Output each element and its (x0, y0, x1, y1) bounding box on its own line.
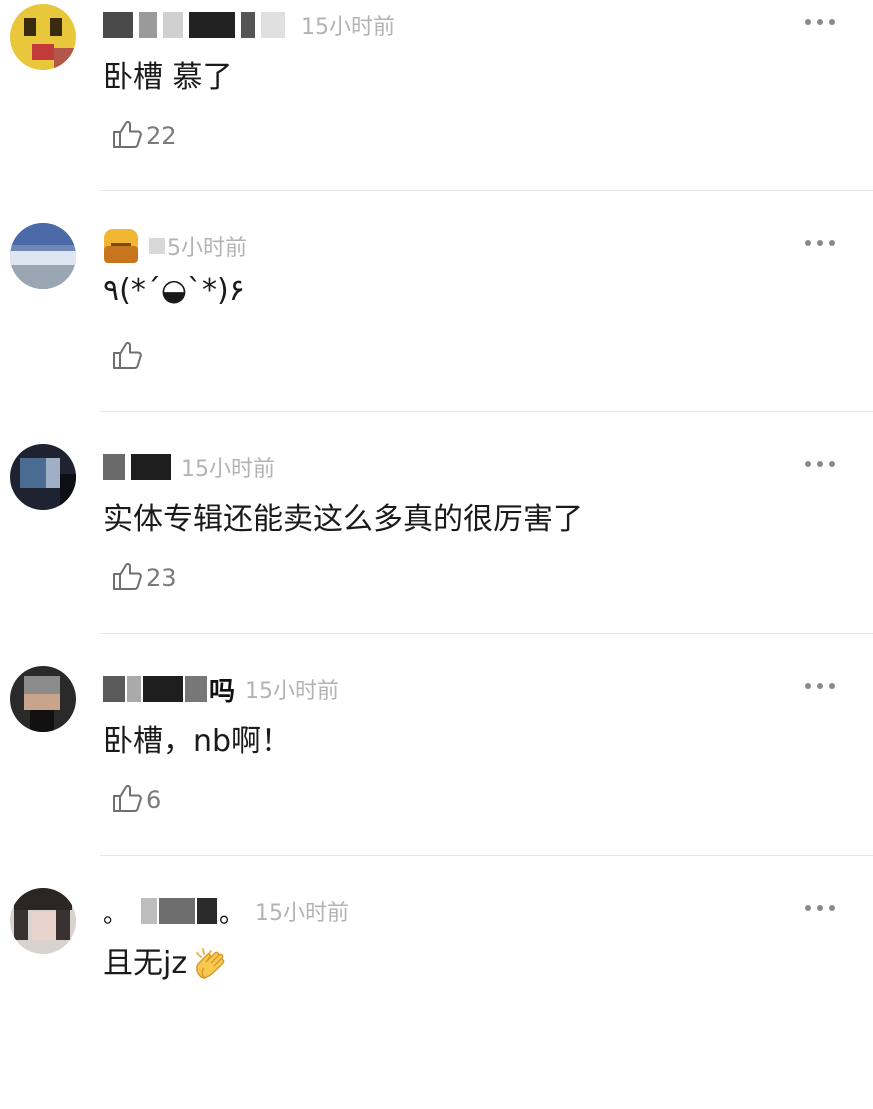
comment-item: 吗 15小时前 卧槽，nb啊！ 6 (0, 666, 873, 887)
username-prefix: 。 (103, 899, 127, 928)
divider (100, 855, 873, 856)
more-options-button[interactable] (805, 233, 835, 253)
clapping-hands-icon (191, 947, 231, 983)
like-button[interactable] (110, 339, 146, 375)
like-count: 23 (146, 564, 177, 592)
more-options-button[interactable] (805, 676, 835, 696)
like-button[interactable]: 22 (110, 118, 177, 154)
like-count: 6 (146, 786, 162, 814)
thumbs-up-icon (110, 117, 144, 155)
like-button[interactable]: 6 (110, 782, 161, 818)
username[interactable]: 吗 15小时前 (103, 672, 340, 707)
username-tail: 吗 (209, 676, 236, 707)
username-tail: 。 (219, 898, 246, 929)
username[interactable]: 5小时前 (103, 229, 247, 263)
more-options-button[interactable] (805, 454, 835, 474)
comment-text: 实体专辑还能卖这么多真的很厉害了 (103, 502, 583, 537)
thumbs-up-icon (110, 559, 144, 597)
more-options-button[interactable] (805, 898, 835, 918)
comment-text: ٩(*´◒`*)۶ (103, 273, 245, 308)
timestamp: 15小时前 (181, 457, 275, 482)
like-button[interactable]: 23 (110, 560, 177, 596)
avatar[interactable] (10, 4, 76, 70)
comment-item: 15小时前 实体专辑还能卖这么多真的很厉害了 23 (0, 444, 873, 665)
comment-text: 且无jz (103, 938, 231, 983)
divider (100, 633, 873, 634)
avatar[interactable] (10, 888, 76, 954)
more-options-button[interactable] (805, 12, 835, 32)
divider (100, 190, 873, 191)
timestamp: 15小时前 (245, 679, 340, 704)
avatar[interactable] (10, 223, 76, 289)
timestamp: 15小时前 (255, 901, 350, 926)
emoji-icon (103, 228, 139, 264)
comment-text-content: 且无jz (103, 946, 188, 981)
username[interactable]: 。 。 15小时前 (103, 894, 350, 929)
timestamp: 15小时前 (301, 15, 395, 40)
comment-text: 卧槽 慕了 (103, 60, 233, 95)
avatar[interactable] (10, 444, 76, 510)
username[interactable]: 15小时前 (103, 8, 395, 42)
avatar[interactable] (10, 666, 76, 732)
thumbs-up-icon (110, 338, 144, 376)
thumbs-up-icon (110, 781, 144, 819)
comment-text: 卧槽，nb啊！ (103, 724, 292, 759)
timestamp: 5小时前 (167, 236, 247, 261)
username[interactable]: 15小时前 (103, 450, 275, 484)
comment-item: 。 。 15小时前 且无jz (0, 888, 873, 1109)
divider (100, 411, 873, 412)
like-count: 22 (146, 122, 177, 150)
